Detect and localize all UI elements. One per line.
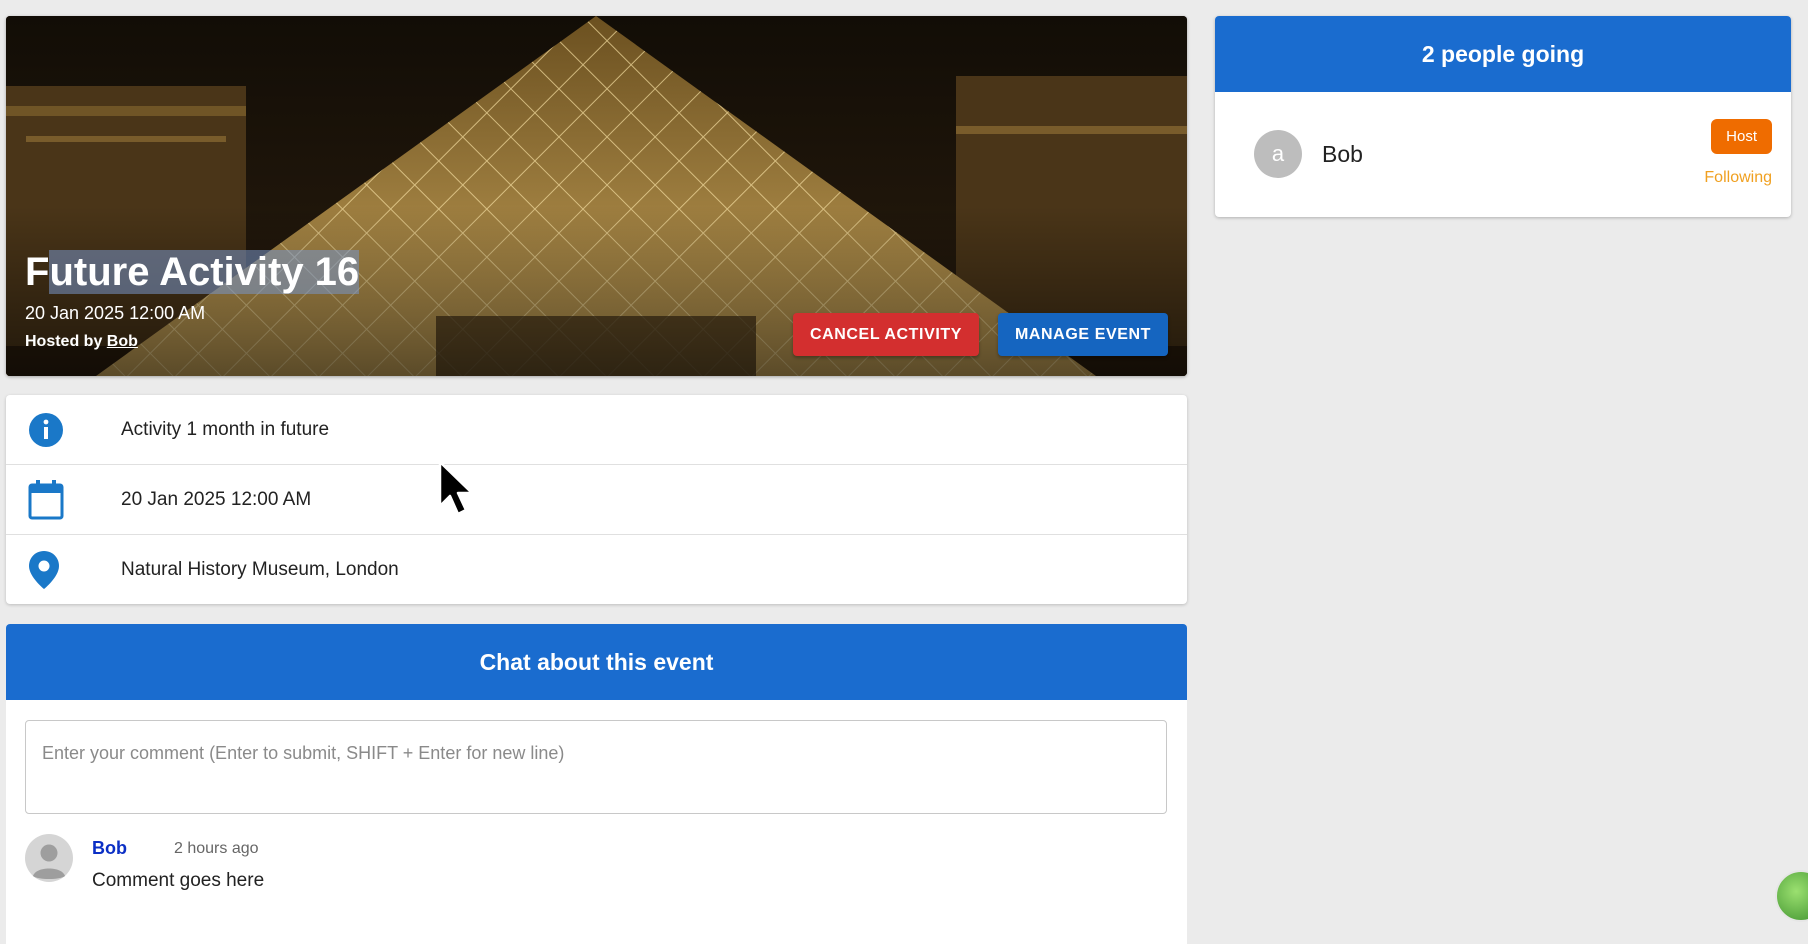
avatar-placeholder-icon (25, 834, 73, 882)
event-hero-date: 20 Jan 2025 12:00 AM (25, 303, 206, 323)
attendees-header: 2 people going (1215, 16, 1791, 92)
calendar-icon (6, 479, 121, 520)
event-description: Activity 1 month in future (121, 418, 330, 440)
host-profile-link[interactable]: Bob (107, 333, 138, 350)
attendees-card: 2 people going a Bob Host Following (1215, 16, 1791, 217)
event-info-card: Activity 1 month in future 20 Jan 2025 1… (6, 395, 1187, 604)
comment-input[interactable] (25, 720, 1167, 814)
comment-body: Comment goes here (92, 870, 265, 891)
event-chat: Chat about this event Bob 2 hours ago Co… (6, 624, 1187, 944)
info-row-description: Activity 1 month in future (6, 395, 1187, 465)
avatar: a (1254, 130, 1302, 178)
event-details-column: Future Activity 16 20 Jan 2025 12:00 AM … (6, 16, 1187, 944)
hosted-by-label: Hosted by (25, 333, 103, 350)
attendees-column: 2 people going a Bob Host Following (1215, 16, 1791, 217)
event-venue: Natural History Museum, London (121, 558, 399, 580)
manage-event-button[interactable]: MANAGE EVENT (998, 313, 1168, 356)
cancel-activity-button[interactable]: CANCEL ACTIVITY (793, 313, 979, 356)
event-header: Future Activity 16 20 Jan 2025 12:00 AM … (6, 16, 1187, 376)
event-title: Future Activity 16 (25, 250, 360, 294)
chat-header: Chat about this event (6, 624, 1187, 700)
cursor-icon (438, 460, 474, 516)
hosted-by: Hosted by Bob (25, 333, 138, 351)
info-row-date: 20 Jan 2025 12:00 AM (6, 465, 1187, 535)
location-pin-icon (6, 550, 121, 589)
comment-item: Bob 2 hours ago Comment goes here (25, 834, 1187, 894)
event-date: 20 Jan 2025 12:00 AM (121, 488, 312, 510)
comment-author-link[interactable]: Bob (92, 838, 127, 859)
selected-title-text: uture Activity 16 (49, 250, 360, 294)
info-row-venue: Natural History Museum, London (6, 535, 1187, 604)
info-icon (6, 412, 121, 448)
attendee-name[interactable]: Bob (1322, 141, 1363, 168)
browser-extension-icon[interactable] (1775, 870, 1808, 922)
following-status: Following (1704, 169, 1772, 186)
host-badge: Host (1711, 119, 1772, 154)
comment-time: 2 hours ago (174, 840, 259, 857)
attendee-item[interactable]: a Bob Host Following (1215, 92, 1791, 217)
